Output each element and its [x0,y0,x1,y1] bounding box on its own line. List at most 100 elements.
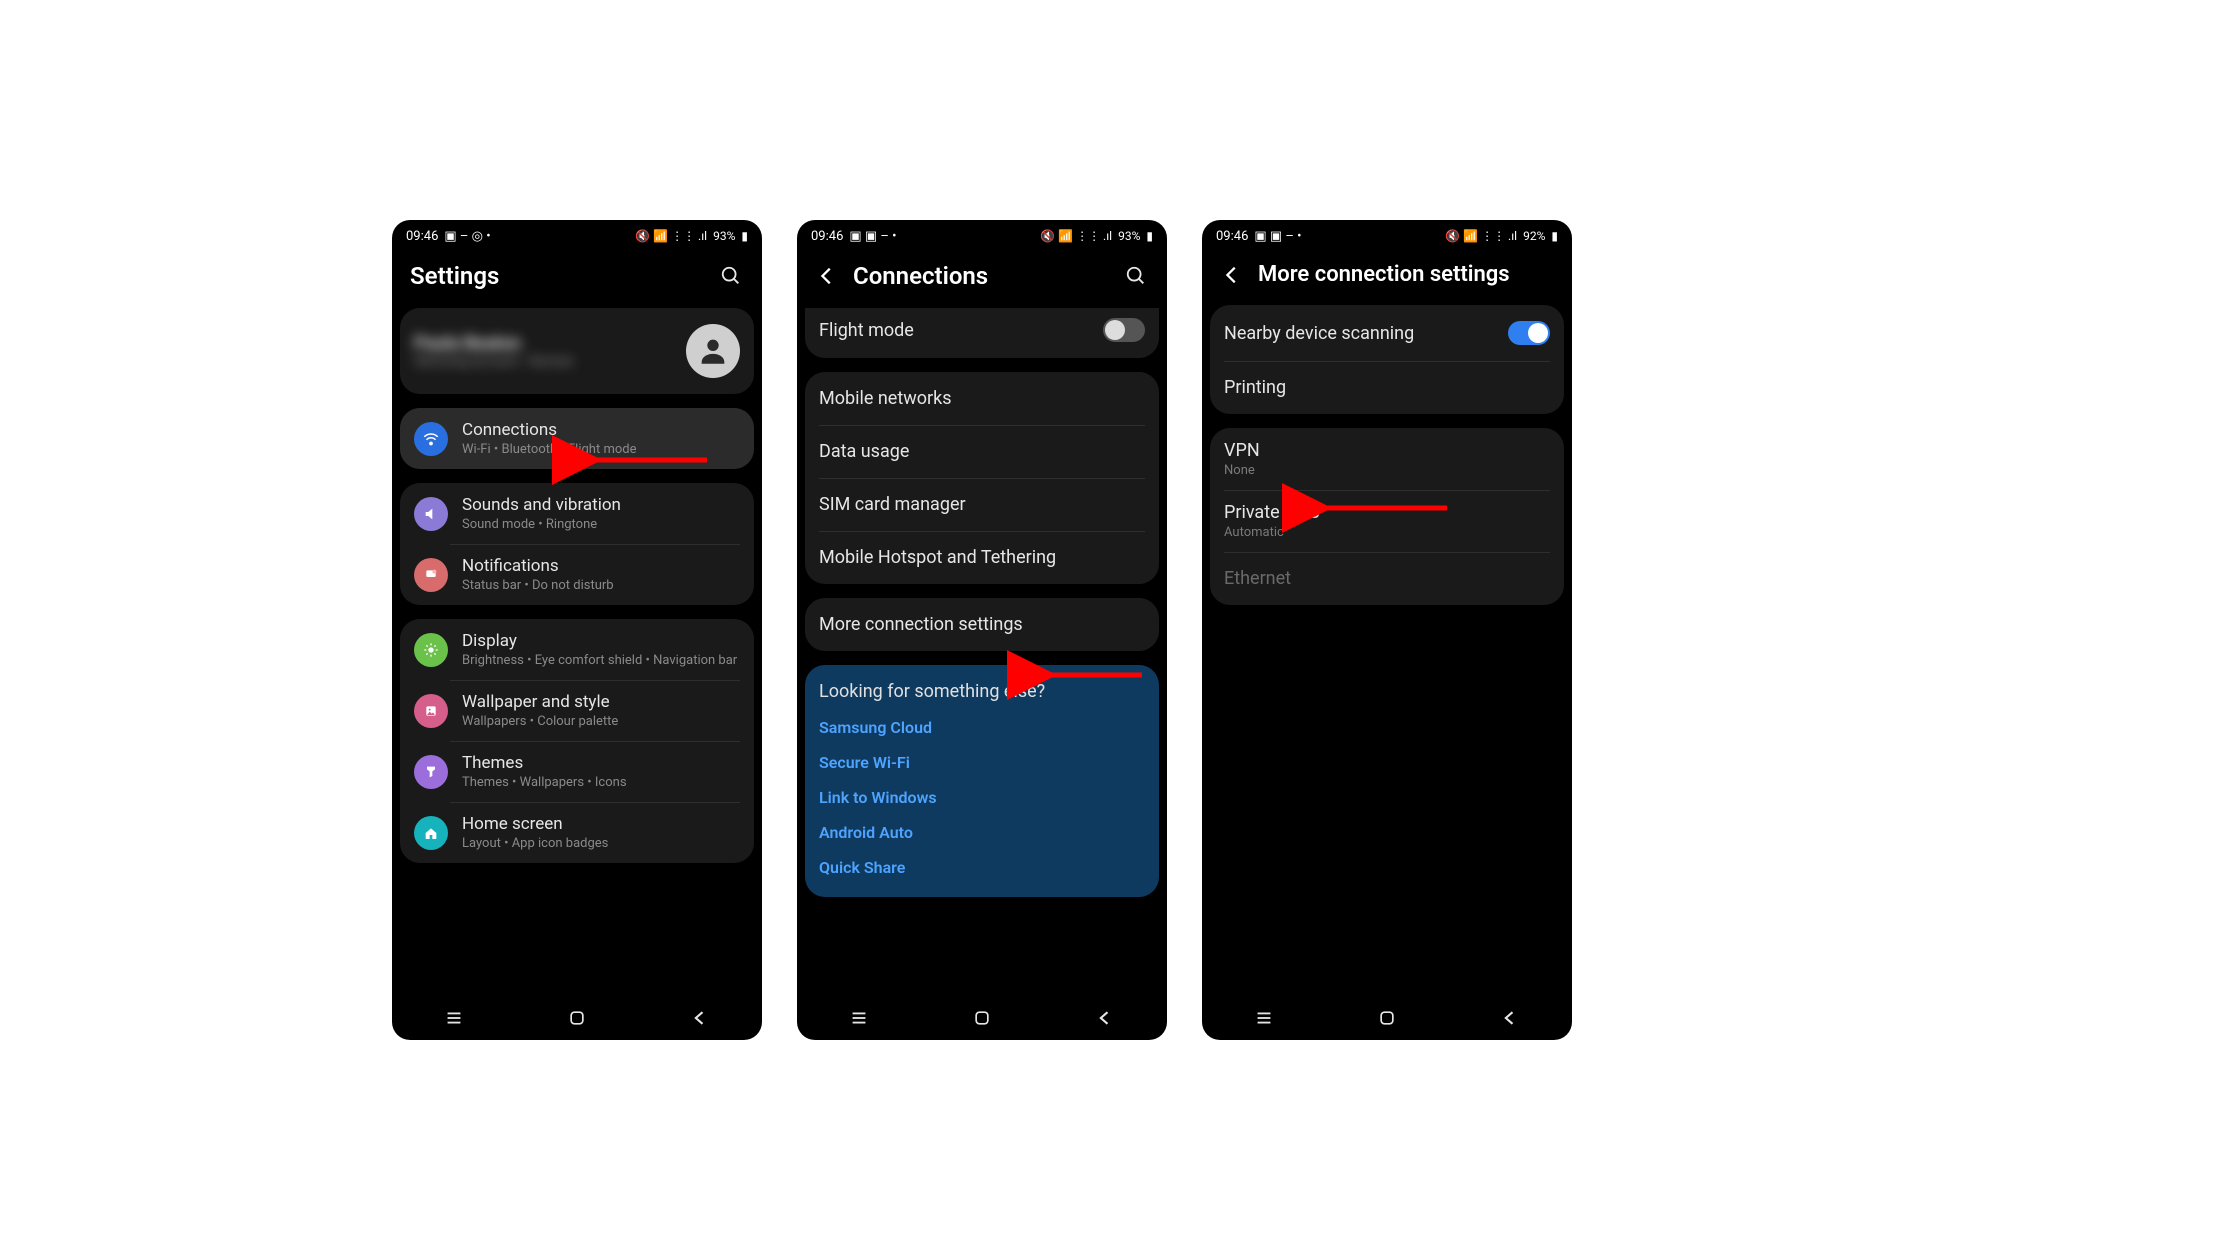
battery-pct: 92% [1523,229,1545,243]
home-icon [414,816,448,850]
status-bar: 09:46▣ ▣ – • 🔇 📶 ⋮⋮ .ıl93%▮ [797,220,1167,252]
settings-item-connections[interactable]: Connections Wi-Fi • Bluetooth • Flight m… [400,408,754,469]
row-label: Private DNS [1224,502,1550,523]
item-sub: Wi-Fi • Bluetooth • Flight mode [462,442,740,457]
item-title: Themes [462,753,740,773]
flight-mode-row[interactable]: Flight mode [805,308,1159,358]
page-title: Connections [853,262,1109,290]
item-title: Display [462,631,740,651]
nav-bar [797,996,1167,1040]
link-quick-share[interactable]: Quick Share [805,850,1159,885]
row-label: VPN [1224,440,1550,461]
printing-row[interactable]: Printing [1210,361,1564,414]
back-button[interactable] [1495,1003,1525,1033]
row-label: More connection settings [819,614,1145,635]
nearby-scanning-toggle[interactable] [1508,321,1550,345]
themes-icon [414,755,448,789]
item-sub: Brightness • Eye comfort shield • Naviga… [462,653,740,668]
hotspot-row[interactable]: Mobile Hotspot and Tethering [805,531,1159,584]
back-button[interactable] [1090,1003,1120,1033]
nearby-scanning-row[interactable]: Nearby device scanning [1210,305,1564,361]
home-button[interactable] [1372,1003,1402,1033]
back-button[interactable] [685,1003,715,1033]
status-icons-right: 🔇 📶 ⋮⋮ .ıl [1445,229,1517,243]
recents-button[interactable] [1249,1003,1279,1033]
profile-name: Paula Beaton [414,333,672,354]
item-title: Home screen [462,814,740,834]
page-title: Settings [410,262,704,290]
flight-mode-toggle[interactable] [1103,318,1145,342]
settings-item-wallpaper[interactable]: Wallpaper and style Wallpapers • Colour … [400,680,754,741]
profile-card[interactable]: Paula Beaton Samsung account · Devices [400,308,754,394]
home-button[interactable] [562,1003,592,1033]
recents-button[interactable] [844,1003,874,1033]
item-sub: Wallpapers • Colour palette [462,714,740,729]
status-icons-left: ▣ – ◎ • [444,229,490,244]
status-icons-left: ▣ ▣ – • [1254,229,1301,244]
ethernet-row: Ethernet [1210,552,1564,605]
display-icon [414,633,448,667]
looking-for-card: Looking for something else? Samsung Clou… [805,665,1159,897]
item-title: Connections [462,420,740,440]
more-connection-settings-row[interactable]: More connection settings [805,598,1159,651]
back-button[interactable] [815,264,839,288]
settings-item-notifications[interactable]: Notifications Status bar • Do not distur… [400,544,754,605]
row-label: SIM card manager [819,494,1145,515]
wifi-icon [414,422,448,456]
item-sub: Themes • Wallpapers • Icons [462,775,740,790]
wallpaper-icon [414,694,448,728]
search-button[interactable] [718,263,744,289]
settings-item-display[interactable]: Display Brightness • Eye comfort shield … [400,619,754,680]
phone-settings: 09:46▣ – ◎ • 🔇 📶 ⋮⋮ .ıl93%▮ Settings Pau… [392,220,762,1040]
link-link-to-windows[interactable]: Link to Windows [805,780,1159,815]
recents-button[interactable] [439,1003,469,1033]
item-sub: Layout • App icon badges [462,836,740,851]
link-secure-wifi[interactable]: Secure Wi-Fi [805,745,1159,780]
row-label: Ethernet [1224,568,1550,589]
row-label: Flight mode [819,320,1089,341]
settings-item-sounds[interactable]: Sounds and vibration Sound mode • Ringto… [400,483,754,544]
avatar[interactable] [686,324,740,378]
search-button[interactable] [1123,263,1149,289]
sim-manager-row[interactable]: SIM card manager [805,478,1159,531]
battery-icon: ▮ [1551,229,1558,243]
profile-sub: Samsung account · Devices [414,354,672,369]
row-sub: Automatic [1224,525,1550,540]
data-usage-row[interactable]: Data usage [805,425,1159,478]
status-bar: 09:46▣ ▣ – • 🔇 📶 ⋮⋮ .ıl92%▮ [1202,220,1572,252]
phone-connections: 09:46▣ ▣ – • 🔇 📶 ⋮⋮ .ıl93%▮ Connections … [797,220,1167,1040]
row-label: Printing [1224,377,1550,398]
battery-pct: 93% [713,229,735,243]
looking-for-title: Looking for something else? [805,665,1159,710]
battery-pct: 93% [1118,229,1140,243]
row-sub: None [1224,463,1550,478]
status-icons-left: ▣ ▣ – • [849,229,896,244]
home-button[interactable] [967,1003,997,1033]
back-button[interactable] [1220,263,1244,287]
row-label: Mobile networks [819,388,1145,409]
row-label: Nearby device scanning [1224,323,1494,344]
battery-icon: ▮ [741,229,748,243]
status-bar: 09:46▣ – ◎ • 🔇 📶 ⋮⋮ .ıl93%▮ [392,220,762,252]
nav-bar [392,996,762,1040]
item-title: Wallpaper and style [462,692,740,712]
sound-icon [414,497,448,531]
private-dns-row[interactable]: Private DNS Automatic [1210,490,1564,552]
settings-item-themes[interactable]: Themes Themes • Wallpapers • Icons [400,741,754,802]
link-android-auto[interactable]: Android Auto [805,815,1159,850]
vpn-row[interactable]: VPN None [1210,428,1564,490]
settings-item-homescreen[interactable]: Home screen Layout • App icon badges [400,802,754,863]
battery-icon: ▮ [1146,229,1153,243]
mobile-networks-row[interactable]: Mobile networks [805,372,1159,425]
link-samsung-cloud[interactable]: Samsung Cloud [805,710,1159,745]
item-sub: Sound mode • Ringtone [462,517,740,532]
clock: 09:46 [406,229,438,244]
item-title: Notifications [462,556,740,576]
nav-bar [1202,996,1572,1040]
page-title: More connection settings [1258,262,1554,287]
phone-more-connection: 09:46▣ ▣ – • 🔇 📶 ⋮⋮ .ıl92%▮ More connect… [1202,220,1572,1040]
item-title: Sounds and vibration [462,495,740,515]
notification-icon [414,558,448,592]
status-icons-right: 🔇 📶 ⋮⋮ .ıl [1040,229,1112,243]
row-label: Mobile Hotspot and Tethering [819,547,1145,568]
